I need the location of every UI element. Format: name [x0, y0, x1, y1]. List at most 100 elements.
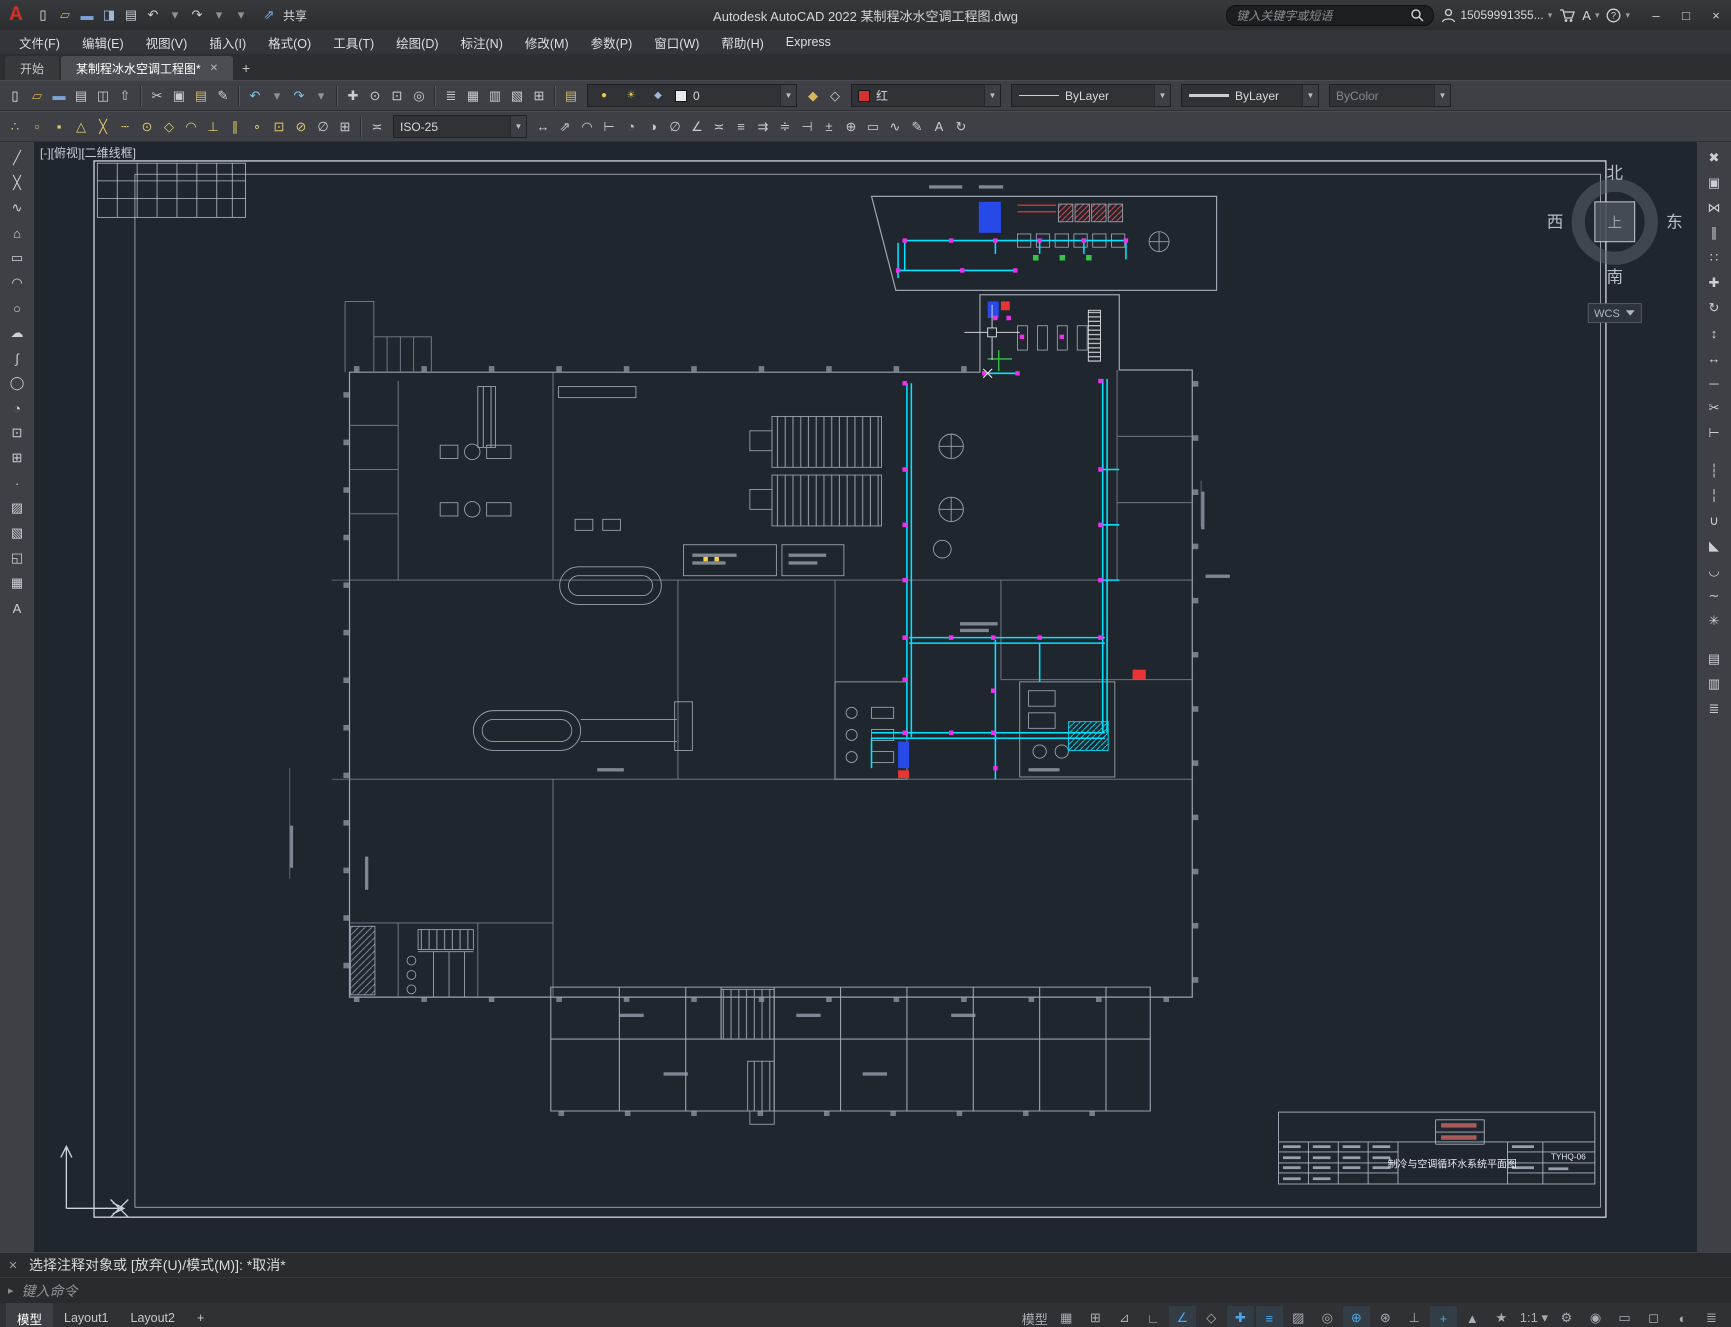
snap-center-icon[interactable]: ⊙	[136, 116, 158, 138]
rectangle-tool-icon[interactable]: ▭	[4, 247, 30, 269]
dropdown-arrow-icon[interactable]: ▼	[1302, 85, 1318, 106]
publish-icon[interactable]: ⇧	[114, 85, 136, 107]
designcenter-icon[interactable]: ▦	[462, 85, 484, 107]
dim-arc-icon[interactable]: ◠	[576, 116, 598, 138]
lineweight-dropdown[interactable]: ByLayer ▼	[1181, 84, 1319, 107]
dimstyle-icon[interactable]: ≍	[366, 116, 388, 138]
dropdown-arrow-icon[interactable]: ▼	[1434, 85, 1450, 106]
lengthen-tool-icon[interactable]: ─	[1701, 372, 1727, 394]
maximize-button[interactable]: □	[1671, 0, 1701, 30]
quick-dim-icon[interactable]: ≍	[708, 116, 730, 138]
gradient-tool-icon[interactable]: ▧	[4, 522, 30, 544]
undo-caret-icon[interactable]: ▾	[266, 85, 288, 107]
scale-tool-icon[interactable]: ↕	[1701, 322, 1727, 344]
dim-inspect-icon[interactable]: ▭	[862, 116, 884, 138]
viewcube[interactable]: 上 北 南 西 东	[1547, 164, 1683, 287]
snap-midpoint-icon[interactable]: △	[70, 116, 92, 138]
group-tool-icon[interactable]: ▤	[1701, 648, 1727, 670]
autoscale-icon[interactable]: ★	[1488, 1306, 1515, 1327]
dim-ordinate-icon[interactable]: ⊢	[598, 116, 620, 138]
redo-icon[interactable]: ↷	[186, 4, 208, 26]
blend-curves-tool-icon[interactable]: ∼	[1701, 585, 1727, 607]
layer-dropdown[interactable]: ● ☀ ◆ 0 ▼	[587, 84, 797, 107]
make-block-tool-icon[interactable]: ⊞	[4, 447, 30, 469]
menu-modify[interactable]: 修改(M)	[514, 30, 580, 54]
color-dropdown[interactable]: 红 ▼	[851, 84, 1001, 107]
table-tool-icon[interactable]: ▦	[4, 572, 30, 594]
qat-caret-icon[interactable]: ▾	[230, 4, 252, 26]
dropdown-arrow-icon[interactable]: ▼	[780, 85, 796, 106]
command-input[interactable]: ▸ 键入命令	[0, 1277, 1731, 1303]
tab-close-icon[interactable]: ✕	[210, 63, 218, 74]
dim-linear-icon[interactable]: ↔	[532, 116, 554, 138]
rotate-tool-icon[interactable]: ↻	[1701, 297, 1727, 319]
minimize-button[interactable]: –	[1641, 0, 1671, 30]
join-tool-icon[interactable]: ∪	[1701, 510, 1727, 532]
revision-cloud-tool-icon[interactable]: ☁	[4, 322, 30, 344]
copy-tool-icon[interactable]: ▣	[1701, 172, 1727, 194]
undo-icon[interactable]: ↶	[244, 85, 266, 107]
help-menu[interactable]: ? ▾	[1606, 8, 1630, 23]
menu-window[interactable]: 窗口(W)	[643, 30, 710, 54]
region-tool-icon[interactable]: ◱	[4, 547, 30, 569]
properties-icon[interactable]: ≣	[440, 85, 462, 107]
isolate-objects-icon[interactable]: ◐	[1669, 1306, 1696, 1327]
quick-properties-icon[interactable]: ▭	[1611, 1306, 1638, 1327]
match-properties-icon[interactable]: ✎	[212, 85, 234, 107]
dim-radius-icon[interactable]: ◔	[620, 116, 642, 138]
plot-preview-icon[interactable]: ◫	[92, 85, 114, 107]
workspace-switching-icon[interactable]: ⚙	[1553, 1306, 1580, 1327]
snap-nearest-icon[interactable]: ⊘	[290, 116, 312, 138]
layer-lock-icon[interactable]: ◆	[647, 85, 669, 107]
account-menu[interactable]: 15059991355... ▾	[1441, 8, 1552, 23]
arc-tool-icon[interactable]: ◠	[4, 272, 30, 294]
calculator-icon[interactable]: ⊞	[528, 85, 550, 107]
ellipse-tool-icon[interactable]: ◯	[4, 372, 30, 394]
center-mark-icon[interactable]: ⊕	[840, 116, 862, 138]
point-tool-icon[interactable]: ∙	[4, 472, 30, 494]
menu-draw[interactable]: 绘图(D)	[385, 30, 449, 54]
dropdown-arrow-icon[interactable]: ▼	[1154, 85, 1170, 106]
zoom-previous-icon[interactable]: ◎	[408, 85, 430, 107]
menu-edit[interactable]: 编辑(E)	[71, 30, 135, 54]
model-tab[interactable]: 模型	[6, 1303, 54, 1327]
isometric-draft-icon[interactable]: ◇	[1198, 1306, 1225, 1327]
infer-constraints-icon[interactable]: ⊿	[1111, 1306, 1138, 1327]
dim-baseline-icon[interactable]: ≡	[730, 116, 752, 138]
snap-quadrant-icon[interactable]: ◇	[158, 116, 180, 138]
dynamic-ucs-icon[interactable]: ⊥	[1401, 1306, 1428, 1327]
layer-thaw-icon[interactable]: ☀	[620, 85, 642, 107]
hatch-tool-icon[interactable]: ▨	[4, 497, 30, 519]
transparency-icon[interactable]: ▨	[1285, 1306, 1312, 1327]
dim-edit-icon[interactable]: ✎	[906, 116, 928, 138]
annotation-scale[interactable]: 1:1 ▾	[1517, 1306, 1551, 1327]
dynamic-input-icon[interactable]: +	[1429, 1306, 1457, 1327]
lock-ui-icon[interactable]: ◻	[1640, 1306, 1667, 1327]
autodesk-apps-menu[interactable]: A ▾	[1582, 8, 1599, 23]
tolerance-icon[interactable]: ±	[818, 116, 840, 138]
autocad-logo-icon[interactable]: A	[0, 0, 32, 30]
make-layer-current-icon[interactable]: ◆	[802, 85, 824, 107]
save-as-icon[interactable]: ◨	[98, 4, 120, 26]
grid-icon[interactable]: ▦	[1053, 1306, 1080, 1327]
properties-tool-icon[interactable]: ≣	[1701, 698, 1727, 720]
dim-angular-icon[interactable]: ∠	[686, 116, 708, 138]
snap-intersection-icon[interactable]: ╳	[92, 116, 114, 138]
copy-clip-icon[interactable]: ▣	[168, 85, 190, 107]
dim-jogline-icon[interactable]: ∿	[884, 116, 906, 138]
menu-view[interactable]: 视图(V)	[135, 30, 199, 54]
snap-extension-icon[interactable]: ┄	[114, 116, 136, 138]
qnew-icon[interactable]: ▯	[4, 85, 26, 107]
paste-icon[interactable]: ▤	[190, 85, 212, 107]
pan-icon[interactable]: ✚	[342, 85, 364, 107]
snap-perpendicular-icon[interactable]: ⊥	[202, 116, 224, 138]
ungroup-tool-icon[interactable]: ▥	[1701, 673, 1727, 695]
dim-diameter-icon[interactable]: ∅	[664, 116, 686, 138]
osnap-settings-icon[interactable]: ⊞	[334, 116, 356, 138]
layer-previous-icon[interactable]: ◇	[824, 85, 846, 107]
undo-caret-icon[interactable]: ▾	[164, 4, 186, 26]
menu-insert[interactable]: 插入(I)	[198, 30, 257, 54]
trim-tool-icon[interactable]: ✂	[1701, 397, 1727, 419]
snap-endpoint-icon[interactable]: ▪	[48, 116, 70, 138]
close-icon[interactable]: ✕	[6, 1259, 20, 1272]
